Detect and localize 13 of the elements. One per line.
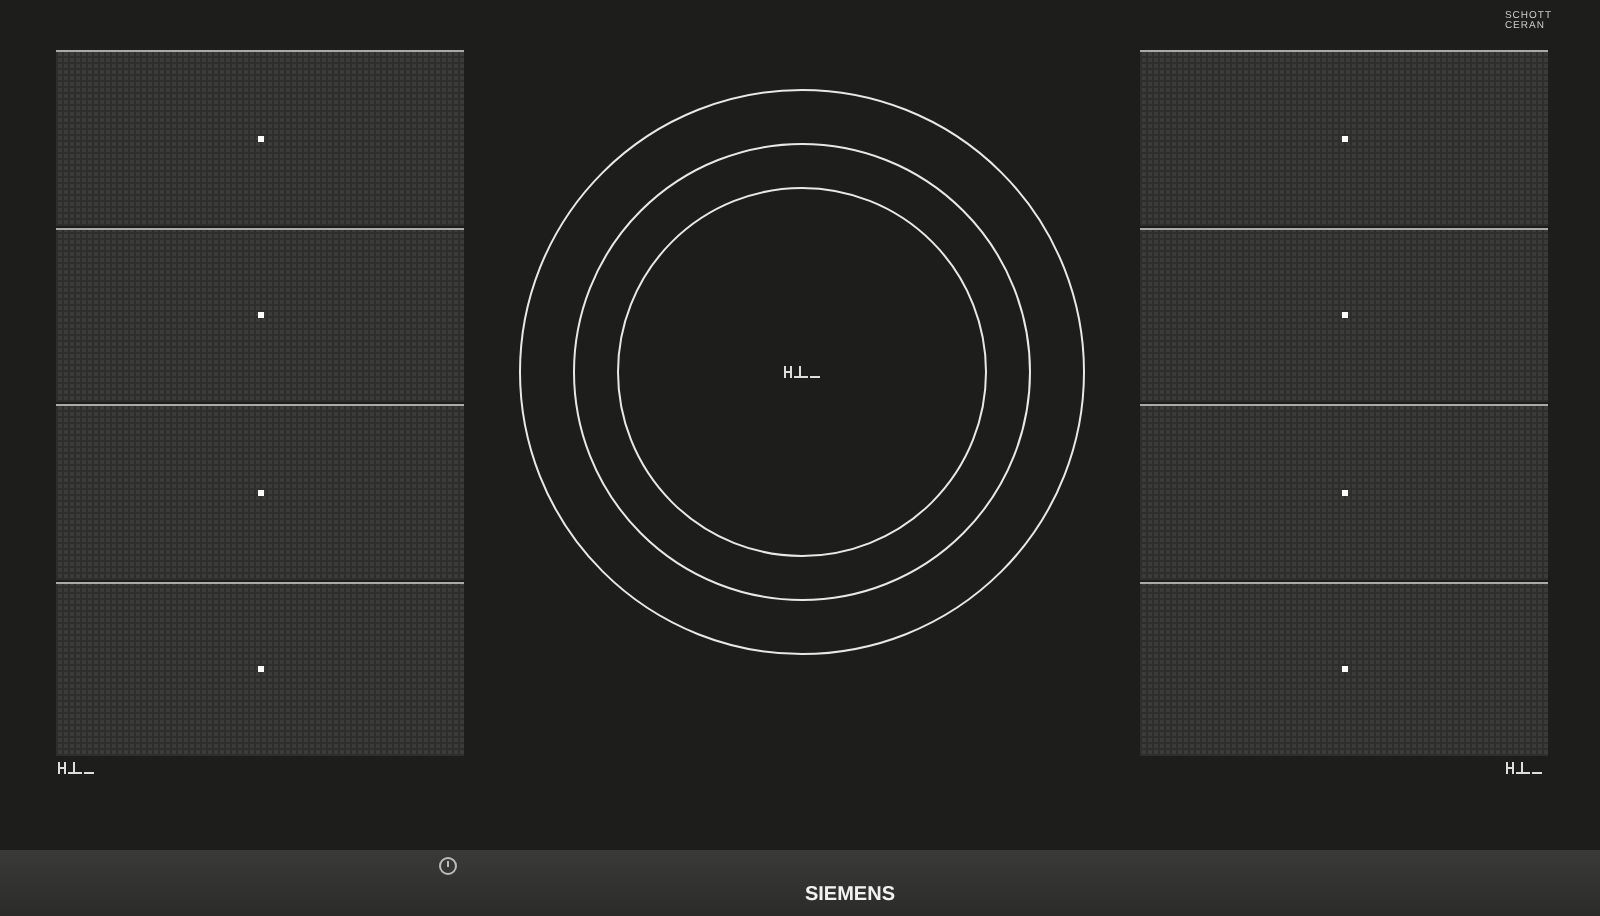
brand-logo: SIEMENS: [804, 884, 895, 910]
zone-center-icon: [257, 135, 263, 142]
power-icon[interactable]: [439, 857, 457, 875]
zone-center-icon: [257, 312, 263, 319]
zone-center-icon: [1341, 666, 1347, 673]
zone-center-icon: [1341, 312, 1347, 319]
induction-symbol-icon: [784, 365, 821, 379]
zone-center-icon: [257, 489, 263, 496]
induction-symbol-icon: [1506, 761, 1543, 775]
zone-center-icon: [1341, 489, 1347, 496]
zone-center-icon: [1341, 135, 1347, 142]
zone-center-icon: [257, 666, 263, 673]
induction-symbol-icon: [58, 761, 95, 775]
